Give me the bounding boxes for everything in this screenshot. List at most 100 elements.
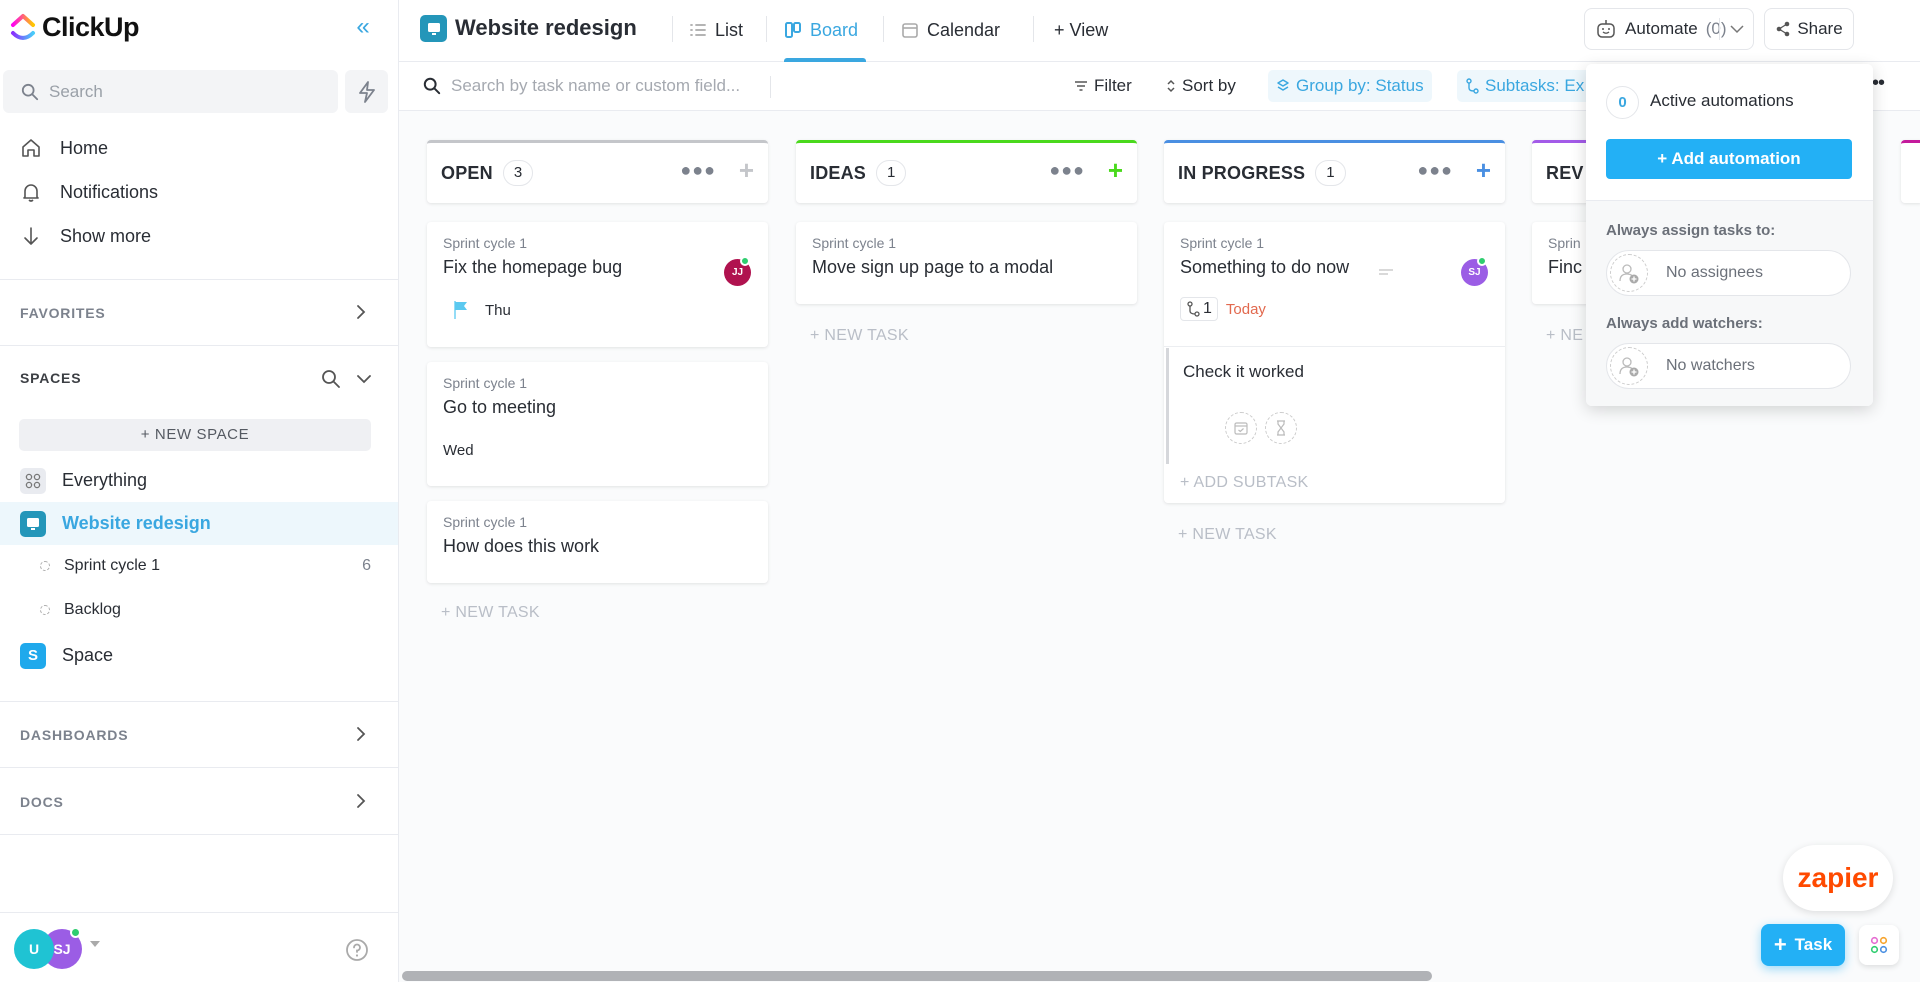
caret-down-icon[interactable]	[90, 941, 100, 947]
card-title: Finc	[1548, 257, 1583, 277]
monitor-icon	[420, 15, 447, 42]
column-menu-icon[interactable]: ●●●	[680, 160, 716, 181]
tab-list[interactable]: List	[689, 16, 743, 44]
add-task-plus-icon[interactable]: +	[1476, 157, 1491, 183]
card-list-name: Sprint cycle 1	[1180, 235, 1265, 251]
task-search-placeholder: Search by task name or custom field...	[451, 76, 741, 95]
sort-icon	[1167, 79, 1175, 93]
task-search-input[interactable]: Search by task name or custom field...	[423, 73, 740, 99]
horizontal-scrollbar[interactable]	[402, 971, 1432, 981]
card-title: Go to meeting	[443, 397, 557, 417]
due-date[interactable]: Wed	[443, 442, 474, 459]
task-card[interactable]: Sprint cycle 1 Something to do now SJ 1 …	[1164, 222, 1505, 503]
clickup-logo[interactable]: ClickUp	[10, 12, 140, 43]
sidebar-item-home[interactable]: Home	[20, 137, 108, 159]
chevron-down-icon[interactable]	[1727, 18, 1747, 40]
space-item-website-redesign[interactable]: Website redesign	[0, 502, 398, 545]
dashboards-section[interactable]: DASHBOARDS	[0, 702, 399, 768]
chevron-down-icon[interactable]	[354, 369, 374, 389]
tab-board[interactable]: Board	[784, 16, 858, 44]
divider	[1719, 18, 1720, 40]
card-list-name: Sprint cycle 1	[443, 514, 528, 530]
collapse-sidebar-button[interactable]: «	[350, 14, 376, 40]
tab-calendar[interactable]: Calendar	[901, 16, 1000, 44]
new-task-button[interactable]: + NEW TASK	[441, 604, 540, 622]
column-title: IN PROGRESS	[1178, 162, 1306, 183]
search-icon	[21, 83, 39, 100]
default-assignees-picker[interactable]: No assignees	[1606, 250, 1851, 296]
subtasks-button[interactable]: Subtasks: Ex	[1457, 70, 1597, 102]
time-estimate-button[interactable]	[1265, 412, 1297, 444]
automate-count: (0)	[1705, 19, 1727, 38]
grid-icon	[20, 467, 46, 494]
due-date[interactable]: Thu	[485, 302, 511, 319]
hourglass-icon	[1277, 420, 1285, 436]
subtask-count: 1	[1203, 300, 1212, 317]
favorites-section[interactable]: FAVORITES	[0, 280, 399, 346]
zapier-button[interactable]: zapier	[1783, 845, 1893, 911]
default-watchers-picker[interactable]: No watchers	[1606, 343, 1851, 389]
tab-label: Board	[810, 19, 859, 40]
sidebar-item-label: Home	[60, 137, 109, 158]
space-item-space[interactable]: S Space	[0, 634, 398, 677]
automate-button[interactable]: Automate (0)	[1584, 8, 1754, 50]
add-automation-button[interactable]: + Add automation	[1606, 139, 1852, 179]
subtask-title: Check it worked	[1183, 362, 1304, 381]
app-root: ClickUp « Search Home Notifications Show…	[0, 0, 1920, 982]
board-icon	[785, 22, 801, 38]
column-menu-icon[interactable]: ●●●	[1417, 160, 1453, 181]
due-date[interactable]: Today	[1226, 301, 1266, 318]
quick-actions-button[interactable]	[345, 70, 388, 113]
space-item-everything[interactable]: Everything	[0, 459, 398, 502]
sidebar-item-notifications[interactable]: Notifications	[20, 181, 158, 203]
new-task-button[interactable]: + NEW TASK	[1178, 526, 1277, 544]
assignees-value: No assignees	[1666, 264, 1763, 281]
filter-button[interactable]: Filter	[1066, 70, 1140, 102]
share-button[interactable]: Share	[1764, 8, 1854, 50]
sidebar-search-input[interactable]: Search	[3, 70, 338, 113]
list-item-sprint-cycle-1[interactable]: Sprint cycle 1 6	[0, 546, 398, 586]
automation-popup-defaults: Always assign tasks to: No assignees Alw…	[1586, 201, 1873, 406]
filter-label: Filter	[1094, 76, 1132, 95]
column-title: OPEN	[441, 162, 493, 183]
calendar-check-icon	[1234, 422, 1248, 435]
lightning-icon	[358, 80, 375, 103]
flag-icon[interactable]	[453, 300, 469, 320]
avatar[interactable]: U	[14, 929, 54, 969]
sidebar-item-label: Show more	[60, 225, 152, 246]
card-list-name: Sprin	[1548, 235, 1581, 251]
robot-icon	[1597, 20, 1615, 38]
monitor-icon	[20, 510, 46, 537]
new-task-fab[interactable]: + Task	[1761, 924, 1845, 966]
sort-button[interactable]: Sort by	[1158, 70, 1244, 102]
subtask-count-badge[interactable]: 1	[1180, 297, 1218, 321]
space-label: Website redesign	[62, 513, 211, 533]
add-subtask-button[interactable]: + ADD SUBTASK	[1180, 474, 1309, 492]
task-card[interactable]: Sprint cycle 1 Fix the homepage bug JJ T…	[427, 222, 768, 347]
apps-button[interactable]	[1859, 925, 1899, 965]
sidebar-item-show-more[interactable]: Show more	[20, 225, 151, 247]
add-user-icon	[1610, 347, 1648, 385]
group-by-button[interactable]: Group by: Status	[1268, 70, 1432, 102]
list-item-backlog[interactable]: Backlog	[0, 590, 398, 630]
header: Website redesign List Board Calendar + V…	[399, 0, 1920, 62]
set-due-date-button[interactable]	[1225, 412, 1257, 444]
column-menu-icon[interactable]: ●●●	[1049, 160, 1085, 181]
docs-section[interactable]: DOCS	[0, 769, 399, 835]
search-spaces-icon[interactable]	[321, 369, 341, 389]
list-label: Sprint cycle 1	[64, 557, 161, 574]
add-task-plus-icon[interactable]: +	[1108, 157, 1123, 183]
subtask-card[interactable]: Check it worked	[1166, 348, 1505, 464]
add-view-button[interactable]: + View	[1054, 16, 1108, 44]
new-task-button[interactable]: + NE	[1546, 327, 1583, 345]
new-space-button[interactable]: + NEW SPACE	[19, 419, 371, 451]
task-card[interactable]: Sprint cycle 1 Move sign up page to a mo…	[796, 222, 1137, 304]
task-card[interactable]: Sprint cycle 1 How does this work	[427, 501, 768, 583]
help-icon[interactable]	[345, 938, 369, 962]
spaces-section-header: SPACES	[0, 350, 399, 410]
plus-icon: +	[1773, 932, 1787, 957]
task-card[interactable]: Sprint cycle 1 Go to meeting Wed	[427, 362, 768, 486]
active-automation-count: 0	[1606, 86, 1639, 119]
new-task-button[interactable]: + NEW TASK	[810, 327, 909, 345]
add-task-plus-icon[interactable]: +	[739, 157, 754, 183]
